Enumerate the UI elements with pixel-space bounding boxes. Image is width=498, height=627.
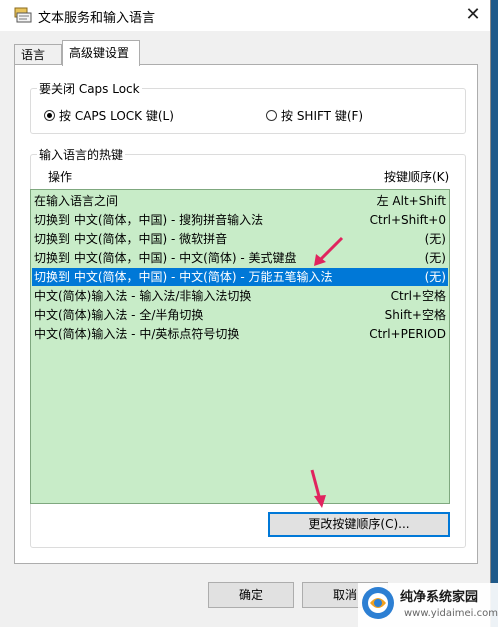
radio-unselected-icon xyxy=(266,110,277,121)
dialog-window: 文本服务和输入语言 ✕ 语言栏 高级键设置 要关闭 Caps Lock 按 CA… xyxy=(0,0,491,627)
radio-shift[interactable]: 按 SHIFT 键(F) xyxy=(266,107,363,124)
column-header-action: 操作 xyxy=(48,170,73,184)
ok-button[interactable]: 确定 xyxy=(208,582,294,608)
list-item[interactable]: 切换到 中文(简体，中国) - 微软拼音 (无) xyxy=(32,230,448,248)
list-item[interactable]: 中文(简体)输入法 - 输入法/非输入法切换 Ctrl+空格 xyxy=(32,287,448,305)
tab-advanced-key-settings[interactable]: 高级键设置 xyxy=(62,40,140,66)
radio-caps-lock-label: 按 CAPS LOCK 键(L) xyxy=(59,109,174,123)
list-item-action: 在输入语言之间 xyxy=(34,194,119,208)
watermark-url: www.yidaimei.com xyxy=(404,608,498,619)
list-item-keys: Ctrl+PERIOD xyxy=(369,327,446,341)
list-item[interactable]: 在输入语言之间 左 Alt+Shift xyxy=(32,192,448,210)
column-header-keys: 按键顺序(K) xyxy=(384,170,450,184)
list-item-keys: 左 Alt+Shift xyxy=(376,194,446,208)
list-item[interactable]: 切换到 中文(简体，中国) - 搜狗拼音输入法 Ctrl+Shift+0 xyxy=(32,211,448,229)
window-title: 文本服务和输入语言 xyxy=(38,11,156,26)
hotkey-list[interactable]: 在输入语言之间 左 Alt+Shift 切换到 中文(简体，中国) - 搜狗拼音… xyxy=(30,189,450,504)
caps-lock-legend: 要关闭 Caps Lock xyxy=(39,82,140,96)
annotation-arrow-icon xyxy=(310,469,326,508)
list-item[interactable]: 中文(简体)输入法 - 中/英标点符号切换 Ctrl+PERIOD xyxy=(32,325,448,343)
list-item-action: 中文(简体)输入法 - 全/半角切换 xyxy=(34,308,204,322)
list-item-keys: Ctrl+Shift+0 xyxy=(369,213,446,227)
list-item-selected[interactable]: 切换到 中文(简体，中国) - 中文(简体) - 万能五笔输入法 (无) xyxy=(32,268,448,286)
list-item-keys: Shift+空格 xyxy=(384,308,446,322)
close-icon: ✕ xyxy=(465,4,481,25)
list-item-keys: (无) xyxy=(424,270,446,284)
watermark-title: 纯净系统家园 xyxy=(400,590,479,605)
list-item-action: 切换到 中文(简体，中国) - 中文(简体) - 万能五笔输入法 xyxy=(34,270,333,284)
hotkey-legend: 输入语言的热键 xyxy=(39,148,124,162)
list-item-action: 切换到 中文(简体，中国) - 搜狗拼音输入法 xyxy=(34,213,264,227)
watermark: 纯净系统家园 www.yidaimei.com xyxy=(358,583,498,627)
watermark-logo-icon xyxy=(362,587,394,619)
title-bar: 文本服务和输入语言 ✕ xyxy=(0,0,490,31)
list-item-action: 中文(简体)输入法 - 中/英标点符号切换 xyxy=(34,327,240,341)
close-button[interactable]: ✕ xyxy=(458,2,488,28)
list-item-action: 切换到 中文(简体，中国) - 微软拼音 xyxy=(34,232,228,246)
list-item-keys: (无) xyxy=(424,232,446,246)
list-item-action: 切换到 中文(简体，中国) - 中文(简体) - 美式键盘 xyxy=(34,251,297,265)
tab-language-bar[interactable]: 语言栏 xyxy=(14,44,62,82)
list-item[interactable]: 中文(简体)输入法 - 全/半角切换 Shift+空格 xyxy=(32,306,448,324)
list-item-keys: Ctrl+空格 xyxy=(390,289,446,303)
annotation-arrow-icon xyxy=(314,236,344,266)
radio-selected-icon xyxy=(44,110,55,121)
list-item-keys: (无) xyxy=(424,251,446,265)
list-item-action: 中文(简体)输入法 - 输入法/非输入法切换 xyxy=(34,289,252,303)
list-item[interactable]: 切换到 中文(简体，中国) - 中文(简体) - 美式键盘 (无) xyxy=(32,249,448,267)
text-services-icon xyxy=(14,7,32,23)
change-key-sequence-button[interactable]: 更改按键顺序(C)... xyxy=(268,512,450,537)
radio-caps-lock[interactable]: 按 CAPS LOCK 键(L) xyxy=(44,107,174,124)
radio-shift-label: 按 SHIFT 键(F) xyxy=(281,109,364,123)
